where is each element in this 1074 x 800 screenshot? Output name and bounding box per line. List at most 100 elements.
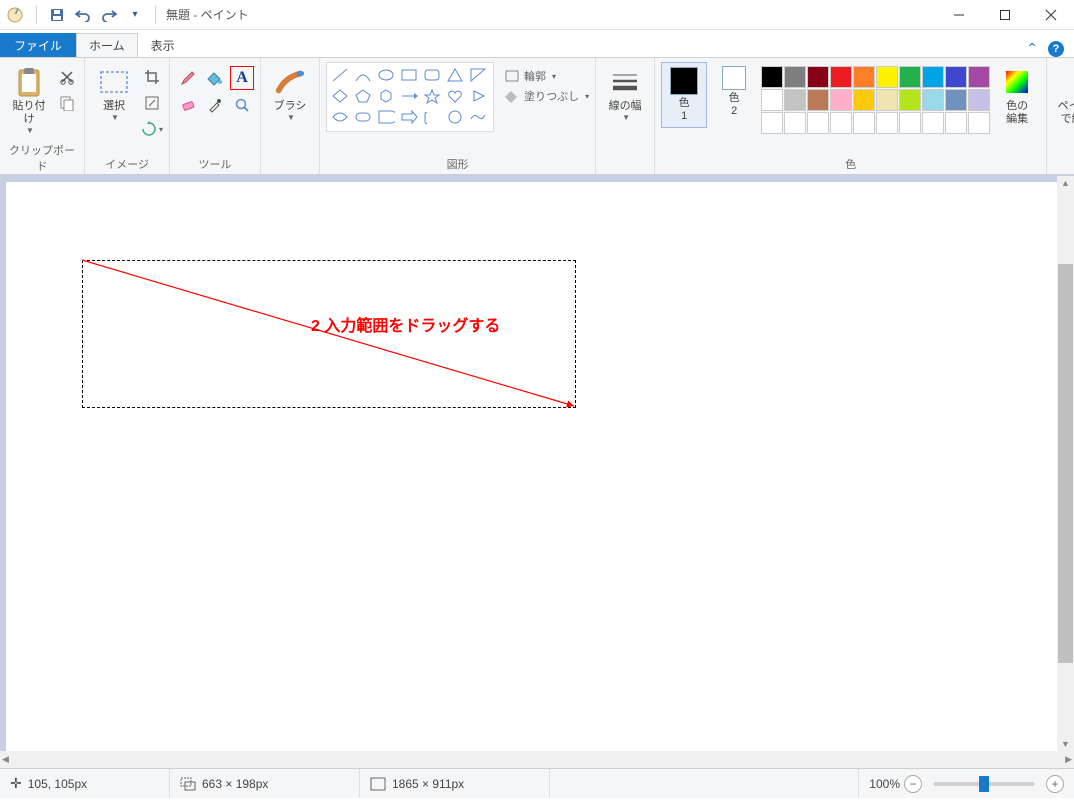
help-button[interactable]: ? bbox=[1048, 41, 1064, 57]
select-button[interactable]: 選択 ▼ bbox=[91, 62, 137, 126]
shape-17[interactable] bbox=[399, 108, 419, 126]
shape-4[interactable] bbox=[422, 66, 442, 84]
color-swatch[interactable] bbox=[968, 112, 990, 134]
app-icon bbox=[4, 4, 26, 26]
color-swatch[interactable] bbox=[807, 89, 829, 111]
shape-10[interactable] bbox=[399, 87, 419, 105]
selection-size: 663 × 198px bbox=[202, 777, 268, 791]
shape-8[interactable] bbox=[353, 87, 373, 105]
color-swatch[interactable] bbox=[876, 66, 898, 88]
close-button[interactable] bbox=[1028, 0, 1074, 30]
magnifier-tool[interactable] bbox=[230, 93, 254, 117]
canvas[interactable]: 1 2 入力範囲をドラッグする bbox=[6, 182, 1057, 751]
resize-button[interactable] bbox=[141, 92, 163, 114]
color-swatch[interactable] bbox=[830, 89, 852, 111]
shape-3[interactable] bbox=[399, 66, 419, 84]
color-swatch[interactable] bbox=[761, 89, 783, 111]
shape-fill-button[interactable]: 塗りつぶし▾ bbox=[504, 88, 589, 104]
color-swatch[interactable] bbox=[853, 66, 875, 88]
tab-home[interactable]: ホーム bbox=[76, 33, 138, 57]
color-picker-tool[interactable] bbox=[203, 93, 227, 117]
redo-button[interactable] bbox=[99, 5, 119, 25]
color-swatch[interactable] bbox=[968, 89, 990, 111]
group-size: 線の幅 ▼ bbox=[596, 58, 655, 174]
color-swatch[interactable] bbox=[876, 89, 898, 111]
shape-2[interactable] bbox=[376, 66, 396, 84]
undo-button[interactable] bbox=[73, 5, 93, 25]
minimize-button[interactable] bbox=[936, 0, 982, 30]
shapes-gallery[interactable] bbox=[326, 62, 494, 132]
color-swatch[interactable] bbox=[784, 112, 806, 134]
shape-9[interactable] bbox=[376, 87, 396, 105]
edit-colors-button[interactable]: 色の 編集 bbox=[994, 62, 1040, 130]
group-brushes: ブラシ ▼ bbox=[261, 58, 320, 174]
canvas-size: 1865 × 911px bbox=[392, 777, 464, 791]
tab-file[interactable]: ファイル bbox=[0, 33, 76, 57]
zoom-in-button[interactable]: + bbox=[1046, 775, 1064, 793]
color-swatch[interactable] bbox=[807, 66, 829, 88]
color-swatch[interactable] bbox=[945, 89, 967, 111]
tab-view[interactable]: 表示 bbox=[138, 33, 188, 57]
shape-1[interactable] bbox=[353, 66, 373, 84]
cut-button[interactable] bbox=[56, 66, 78, 88]
brushes-button[interactable]: ブラシ ▼ bbox=[267, 62, 313, 126]
shape-15[interactable] bbox=[353, 108, 373, 126]
color-swatch[interactable] bbox=[853, 112, 875, 134]
shape-18[interactable] bbox=[422, 108, 442, 126]
select-icon bbox=[98, 66, 130, 98]
qat-customize-button[interactable]: ▾ bbox=[125, 5, 145, 25]
shape-outline-button[interactable]: 輪郭▾ bbox=[504, 68, 589, 84]
color-swatch[interactable] bbox=[899, 112, 921, 134]
color-swatch[interactable] bbox=[876, 112, 898, 134]
rotate-button[interactable]: ▾ bbox=[141, 118, 163, 140]
color-swatch[interactable] bbox=[830, 112, 852, 134]
shape-0[interactable] bbox=[330, 66, 350, 84]
cursor-position-icon: ✛ bbox=[10, 775, 22, 792]
pencil-tool[interactable] bbox=[176, 66, 200, 90]
color-swatch[interactable] bbox=[807, 112, 829, 134]
shape-6[interactable] bbox=[468, 66, 488, 84]
window-title: 無題 - ペイント bbox=[162, 6, 249, 23]
shape-11[interactable] bbox=[422, 87, 442, 105]
zoom-out-button[interactable]: − bbox=[904, 775, 922, 793]
color-palette[interactable] bbox=[761, 62, 990, 134]
color-swatch[interactable] bbox=[945, 112, 967, 134]
horizontal-scrollbar[interactable]: ◀ ▶ bbox=[0, 751, 1074, 768]
color-swatch[interactable] bbox=[899, 89, 921, 111]
color-swatch[interactable] bbox=[784, 66, 806, 88]
paint3d-button[interactable]: ペイント 3D で編集する bbox=[1053, 62, 1074, 130]
maximize-button[interactable] bbox=[982, 0, 1028, 30]
color-swatch[interactable] bbox=[761, 112, 783, 134]
vertical-scrollbar[interactable]: ▲ ▼ bbox=[1057, 176, 1074, 751]
color-swatch[interactable] bbox=[922, 112, 944, 134]
eraser-tool[interactable] bbox=[176, 93, 200, 117]
collapse-ribbon-button[interactable]: ⌃ bbox=[1026, 40, 1038, 57]
color-swatch[interactable] bbox=[784, 89, 806, 111]
color2-button[interactable]: 色 2 bbox=[711, 62, 757, 122]
shape-5[interactable] bbox=[445, 66, 465, 84]
shape-20[interactable] bbox=[468, 108, 488, 126]
fill-tool[interactable] bbox=[203, 66, 227, 90]
copy-button[interactable] bbox=[56, 92, 78, 114]
color-swatch[interactable] bbox=[899, 66, 921, 88]
shape-13[interactable] bbox=[468, 87, 488, 105]
color-swatch[interactable] bbox=[968, 66, 990, 88]
shape-19[interactable] bbox=[445, 108, 465, 126]
color-swatch[interactable] bbox=[761, 66, 783, 88]
color1-button[interactable]: 色 1 bbox=[661, 62, 707, 128]
color-swatch[interactable] bbox=[922, 66, 944, 88]
shape-16[interactable] bbox=[376, 108, 396, 126]
shape-12[interactable] bbox=[445, 87, 465, 105]
zoom-slider[interactable] bbox=[934, 782, 1034, 786]
save-button[interactable] bbox=[47, 5, 67, 25]
color-swatch[interactable] bbox=[853, 89, 875, 111]
shape-14[interactable] bbox=[330, 108, 350, 126]
color-swatch[interactable] bbox=[830, 66, 852, 88]
shape-7[interactable] bbox=[330, 87, 350, 105]
size-button[interactable]: 線の幅 ▼ bbox=[602, 62, 648, 126]
crop-button[interactable] bbox=[141, 66, 163, 88]
color-swatch[interactable] bbox=[945, 66, 967, 88]
paste-button[interactable]: 貼り付け ▼ bbox=[6, 62, 52, 139]
text-tool[interactable]: A bbox=[230, 66, 254, 90]
color-swatch[interactable] bbox=[922, 89, 944, 111]
